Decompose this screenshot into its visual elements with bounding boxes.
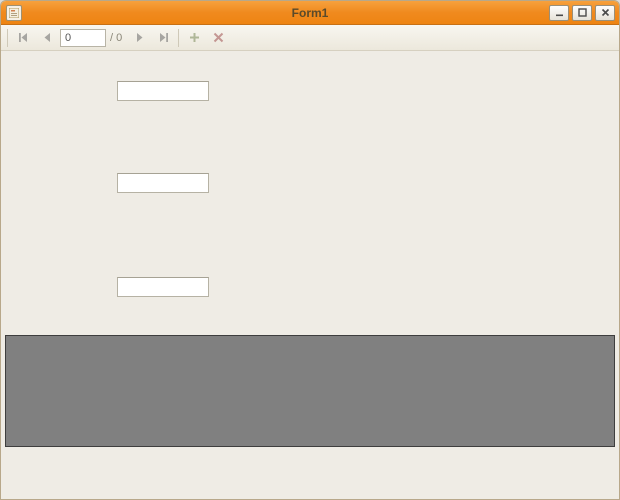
textbox-1[interactable]	[117, 81, 209, 101]
minimize-button[interactable]	[549, 5, 569, 21]
add-new-button[interactable]	[183, 27, 205, 49]
close-button[interactable]	[595, 5, 615, 21]
form-icon	[6, 5, 22, 21]
plus-icon	[188, 31, 201, 44]
delete-icon	[212, 31, 225, 44]
count-label: / 0	[108, 32, 126, 44]
window-title: Form1	[1, 6, 619, 20]
move-first-icon	[17, 31, 30, 44]
delete-button[interactable]	[207, 27, 229, 49]
maximize-icon	[578, 8, 587, 17]
separator	[178, 29, 179, 47]
form-body	[1, 51, 619, 499]
textbox-2[interactable]	[117, 173, 209, 193]
titlebar: Form1	[1, 1, 619, 25]
move-first-button[interactable]	[12, 27, 34, 49]
move-next-button[interactable]	[128, 27, 150, 49]
move-previous-button[interactable]	[36, 27, 58, 49]
move-next-icon	[133, 31, 146, 44]
move-previous-icon	[41, 31, 54, 44]
separator	[7, 29, 8, 47]
textbox-3[interactable]	[117, 277, 209, 297]
data-grid[interactable]	[5, 335, 615, 447]
minimize-icon	[555, 8, 564, 17]
maximize-button[interactable]	[572, 5, 592, 21]
close-icon	[601, 8, 610, 17]
app-window: Form1 / 0	[0, 0, 620, 500]
move-last-button[interactable]	[152, 27, 174, 49]
position-input[interactable]	[60, 29, 106, 47]
move-last-icon	[157, 31, 170, 44]
binding-navigator: / 0	[1, 25, 619, 51]
window-controls	[549, 5, 619, 21]
